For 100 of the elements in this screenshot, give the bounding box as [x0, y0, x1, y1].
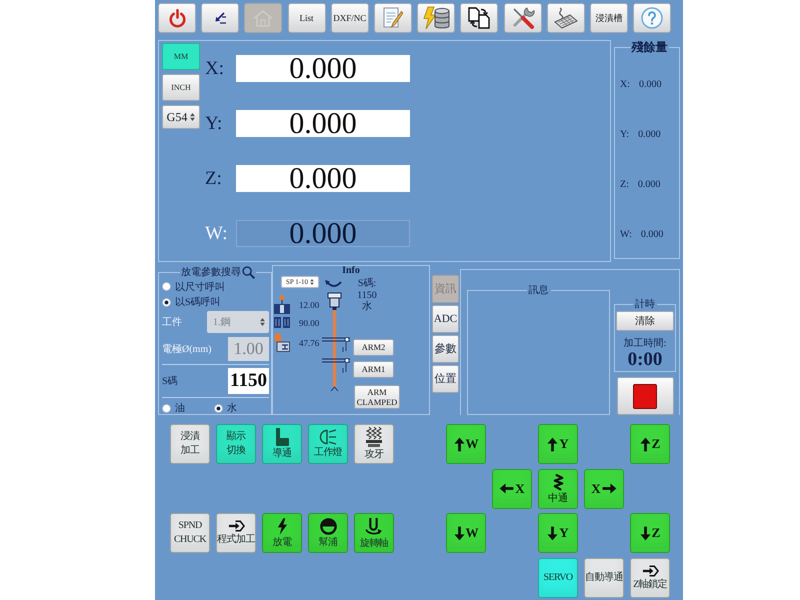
side-tab[interactable]: 參數 [432, 335, 459, 362]
jog-button[interactable]: X [584, 468, 624, 508]
toolbar-button[interactable] [460, 3, 498, 33]
arrow-pentagon-icon [228, 520, 244, 532]
axis-label: X: [205, 58, 225, 80]
radio-option[interactable]: 以S碼呼叫 [162, 294, 221, 310]
side-tab[interactable]: 位置 [432, 365, 459, 392]
reading-value: 12.00 [299, 300, 320, 310]
function-button[interactable]: 幫浦 [308, 513, 348, 553]
jog-button[interactable]: X [492, 468, 532, 508]
search-icon [242, 266, 255, 278]
panel-title: Info [342, 266, 360, 276]
function-button[interactable]: Z軸鎖定 [630, 558, 670, 598]
tools-icon [510, 7, 534, 29]
function-button[interactable]: SERVO [538, 558, 578, 598]
arrow-left-icon [499, 483, 514, 494]
function-button[interactable]: 浸漬 加工 [170, 424, 210, 464]
axis-value-field: 0.000 [236, 165, 410, 192]
function-button[interactable]: SPND CHUCK [170, 513, 210, 553]
lamp-icon [319, 429, 337, 445]
unit-button[interactable]: INCH [162, 74, 200, 101]
timer-value: 0:00 [628, 350, 662, 370]
s-code-value: 1150 [357, 290, 377, 300]
s-code-label: S碼: [358, 278, 376, 290]
clear-button[interactable]: 清除 [616, 311, 674, 331]
arm-button[interactable]: ARM2 [353, 338, 394, 356]
jog-button[interactable]: Y [538, 424, 578, 464]
arrow-lines-icon [214, 12, 226, 24]
unit-button[interactable]: MM [162, 43, 200, 70]
curved-arrow-icon [325, 280, 342, 287]
axis-value: 0.000 [639, 78, 662, 90]
toolbar-button[interactable]: 浸漬槽 [590, 3, 628, 33]
spindle-head-icon [328, 292, 342, 310]
stop-button[interactable] [616, 377, 674, 415]
axis-value-field: 0.000 [236, 55, 410, 82]
stop-icon [633, 384, 657, 408]
zigzag-icon [552, 474, 564, 490]
arm-rail-icon [322, 358, 350, 374]
arrow-down-icon [547, 526, 558, 540]
arm-button[interactable]: ARM1 [353, 360, 394, 378]
reading-value: 47.76 [299, 338, 320, 348]
help-icon [641, 7, 664, 29]
power-icon [168, 8, 186, 28]
toolbar-button[interactable]: List [288, 3, 326, 33]
jog-button[interactable]: 中通 [538, 468, 578, 508]
toolbar-button[interactable] [546, 3, 585, 33]
arrow-down-icon [454, 526, 464, 540]
up-down-icon [260, 318, 265, 326]
pin-block-icon [274, 295, 290, 314]
jog-button[interactable]: W [446, 424, 486, 464]
function-button[interactable]: 放電 [262, 513, 302, 553]
axis-label: Y: [620, 128, 630, 140]
function-button[interactable]: 顯示 切換 [216, 424, 256, 464]
up-down-icon [190, 113, 196, 121]
axis-value: 0.000 [638, 178, 660, 190]
axis-label: X: [620, 78, 630, 90]
offset-select[interactable]: G54 [162, 105, 200, 129]
note-pencil-icon [382, 7, 403, 29]
arrow-up-icon [454, 436, 464, 452]
radio-option[interactable]: 油 [162, 402, 185, 414]
springs-base-icon [365, 427, 383, 447]
axis-label: Y: [205, 112, 224, 134]
field-label: 電極Ø(mm) [162, 342, 212, 356]
lightning-icon [276, 518, 288, 534]
axis-value: 0.000 [640, 228, 664, 240]
axis-label: Z: [620, 178, 629, 190]
oval-block-icon [274, 333, 290, 352]
s-code-field[interactable]: 1150 [228, 368, 269, 394]
arrow-pentagon-icon [642, 564, 658, 576]
arrow-up-icon [547, 436, 558, 452]
jog-button[interactable]: Y [538, 513, 578, 553]
axis-label: Z: [205, 168, 223, 190]
function-button[interactable]: 攻牙 [354, 424, 394, 464]
jog-button[interactable]: Z [630, 513, 670, 553]
panel-title: 放電參數搜尋 [181, 266, 241, 279]
axis-value: 0.000 [638, 128, 661, 140]
half-filled-circle-icon [320, 518, 336, 534]
toolbar-button[interactable] [201, 3, 240, 33]
l-block-icon [276, 428, 288, 446]
function-button[interactable]: 工作燈 [308, 424, 348, 464]
side-tab[interactable]: ADC [432, 305, 459, 332]
arrow-right-icon [602, 483, 617, 494]
axis-label: W: [620, 228, 632, 240]
panel-title: 計時 [634, 298, 656, 311]
radio-option[interactable]: 以尺寸呼叫 [162, 279, 225, 295]
function-button[interactable]: 導通 [262, 424, 302, 464]
axis-value-field: 0.000 [236, 220, 410, 247]
arm-button[interactable]: ARM CLAMPED [354, 384, 400, 408]
panel-title: 殘餘量 [630, 39, 668, 56]
toolbar-button[interactable] [417, 3, 456, 33]
field-label: 工件 [162, 316, 182, 330]
function-button[interactable]: 自動導通 [584, 558, 624, 598]
axis-label: W: [205, 222, 229, 244]
keyboard-icon [554, 7, 578, 29]
radio-option[interactable]: 水 [214, 402, 237, 414]
function-button[interactable]: 旋轉軸 [354, 513, 394, 553]
toolbar-button[interactable]: DXF/NC [330, 3, 369, 33]
jog-button[interactable]: Z [630, 424, 670, 464]
function-button[interactable]: 程式加工 [216, 513, 256, 553]
jog-button[interactable]: W [446, 513, 486, 553]
